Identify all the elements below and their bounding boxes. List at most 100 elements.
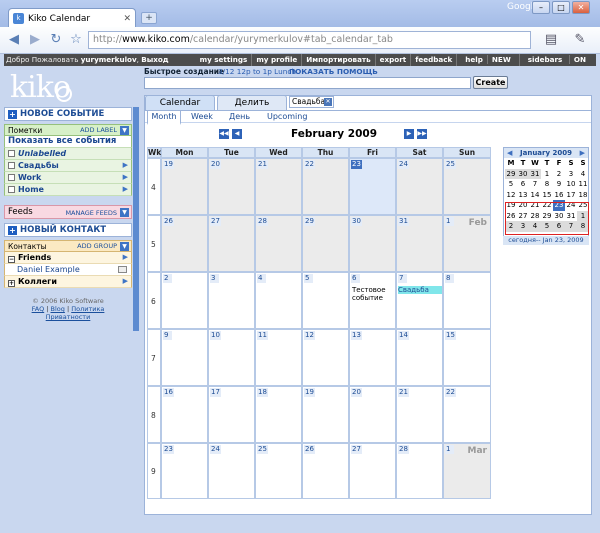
day-cell[interactable]: 20 [349, 386, 396, 443]
blog-link[interactable]: Blog [51, 305, 65, 313]
expand-arrow-icon[interactable]: ▶ [123, 184, 128, 195]
logout-link[interactable]: Выход [141, 55, 168, 64]
day-cell[interactable]: 4 [255, 272, 302, 329]
forward-icon[interactable]: ▶ [27, 32, 43, 48]
mini-day[interactable]: 29 [505, 168, 517, 179]
day-number[interactable]: 4 [257, 274, 266, 283]
day-number[interactable]: 19 [304, 388, 315, 397]
mini-day[interactable]: 12 [505, 190, 517, 201]
day-number[interactable]: 17 [210, 388, 221, 397]
day-cell[interactable]: 29 [302, 215, 349, 272]
day-cell[interactable]: 7 Свадьба [396, 272, 443, 329]
day-cell[interactable]: 22 [443, 386, 491, 443]
week-number[interactable]: 4 [151, 183, 156, 192]
day-cell[interactable]: 27 [208, 215, 255, 272]
day-cell[interactable]: 25 [443, 158, 491, 215]
show-all-events-link[interactable]: Показать все события [4, 136, 132, 148]
day-number[interactable]: 21 [398, 388, 409, 397]
day-cell[interactable]: 30 [349, 215, 396, 272]
bookmark-star-icon[interactable]: ☆ [68, 32, 84, 48]
expand-arrow-icon[interactable]: ▶ [123, 276, 128, 287]
next-year-icon[interactable]: ▶▶ [417, 129, 427, 139]
week-number[interactable]: 7 [151, 354, 156, 363]
mini-day[interactable]: 30 [517, 168, 529, 179]
privacy-link[interactable]: Приватности [46, 313, 91, 321]
day-number[interactable]: 14 [398, 331, 409, 340]
mini-next-icon[interactable]: ▶ [580, 148, 585, 158]
feedback-link[interactable]: feedback [410, 54, 456, 66]
mini-day[interactable]: 5 [505, 179, 517, 190]
day-number[interactable]: 26 [304, 445, 315, 454]
my-settings-link[interactable]: my settings [196, 54, 252, 66]
day-cell[interactable]: 3 [208, 272, 255, 329]
checkbox-icon[interactable] [8, 186, 15, 193]
help-link[interactable]: help NEW [456, 54, 518, 66]
mini-day[interactable]: 3 [565, 169, 577, 180]
expand-icon[interactable]: + [8, 280, 15, 287]
day-cell[interactable]: 17 [208, 386, 255, 443]
day-number[interactable]: 27 [351, 445, 362, 454]
day-number[interactable]: 20 [210, 160, 221, 169]
day-number[interactable]: 13 [351, 331, 362, 340]
day-number[interactable]: 1 [445, 445, 454, 454]
mini-day[interactable]: 15 [541, 190, 553, 201]
quick-create-input[interactable] [144, 77, 471, 89]
view-month[interactable]: Month [147, 111, 181, 125]
day-cell[interactable]: 6 Тестовое событие [349, 272, 396, 329]
day-cell[interactable]: 12 [302, 329, 349, 386]
mini-day[interactable]: 2 [553, 169, 565, 180]
day-number[interactable]: 7 [398, 274, 407, 283]
checkbox-icon[interactable] [8, 174, 15, 181]
new-tab-button[interactable]: + [141, 12, 157, 24]
address-bar[interactable]: http://www.kiko.com/calendar/yurymerkulo… [88, 31, 531, 49]
day-cell[interactable]: 23 [349, 158, 396, 215]
mini-day[interactable]: 11 [577, 179, 589, 190]
label-item-work[interactable]: Work ▶ [4, 172, 132, 184]
day-number[interactable]: 2 [163, 274, 172, 283]
day-number[interactable]: 3 [210, 274, 219, 283]
mini-day[interactable]: 4 [577, 169, 589, 180]
calendar-event[interactable]: Свадьба [398, 286, 442, 294]
day-number[interactable]: 25 [445, 160, 456, 169]
day-number[interactable]: 26 [163, 217, 174, 226]
add-label-link[interactable]: ADD LABEL [80, 125, 117, 136]
prev-year-icon[interactable]: ◀◀ [219, 129, 229, 139]
day-number[interactable]: 8 [445, 274, 454, 283]
close-tab-icon[interactable]: ✕ [123, 14, 131, 24]
day-number[interactable]: 27 [210, 217, 221, 226]
day-number[interactable]: 25 [257, 445, 268, 454]
day-cell[interactable]: 19 [302, 386, 349, 443]
mini-day[interactable]: 1 [541, 169, 553, 180]
day-cell[interactable]: 26 [161, 215, 208, 272]
expand-arrow-icon[interactable]: ▶ [123, 252, 128, 263]
day-cell[interactable]: 11 [255, 329, 302, 386]
day-cell[interactable]: 31 [396, 215, 443, 272]
day-cell[interactable]: 25 [255, 443, 302, 499]
day-number[interactable]: 31 [398, 217, 409, 226]
day-cell[interactable]: 21 [255, 158, 302, 215]
browser-tab[interactable]: k Kiko Calendar ✕ [8, 8, 136, 28]
day-number[interactable]: 28 [257, 217, 268, 226]
day-cell[interactable]: 27 [349, 443, 396, 499]
day-number[interactable]: 12 [304, 331, 315, 340]
mini-day[interactable]: 18 [577, 190, 589, 201]
checkbox-icon[interactable] [8, 162, 15, 169]
day-cell[interactable]: 26 [302, 443, 349, 499]
day-cell[interactable]: 22 [302, 158, 349, 215]
view-upcoming[interactable]: Upcoming [267, 111, 307, 123]
contact-item[interactable]: Daniel Example [4, 264, 132, 276]
mini-day[interactable]: 16 [553, 190, 565, 201]
day-number[interactable]: 24 [210, 445, 221, 454]
expand-arrow-icon[interactable]: ▶ [123, 160, 128, 171]
minimize-icon[interactable]: – [532, 1, 550, 14]
day-number[interactable]: 9 [163, 331, 172, 340]
mini-day[interactable]: 13 [517, 190, 529, 201]
mini-day[interactable]: 17 [565, 190, 577, 201]
day-cell[interactable]: 15 [443, 329, 491, 386]
day-cell[interactable]: 10 [208, 329, 255, 386]
tab-calendar[interactable]: Calendar [145, 95, 215, 110]
day-cell[interactable]: 28 [396, 443, 443, 499]
create-button[interactable]: Create [473, 76, 508, 89]
close-icon[interactable]: ✕ [324, 98, 332, 106]
day-cell[interactable]: 19 [161, 158, 208, 215]
